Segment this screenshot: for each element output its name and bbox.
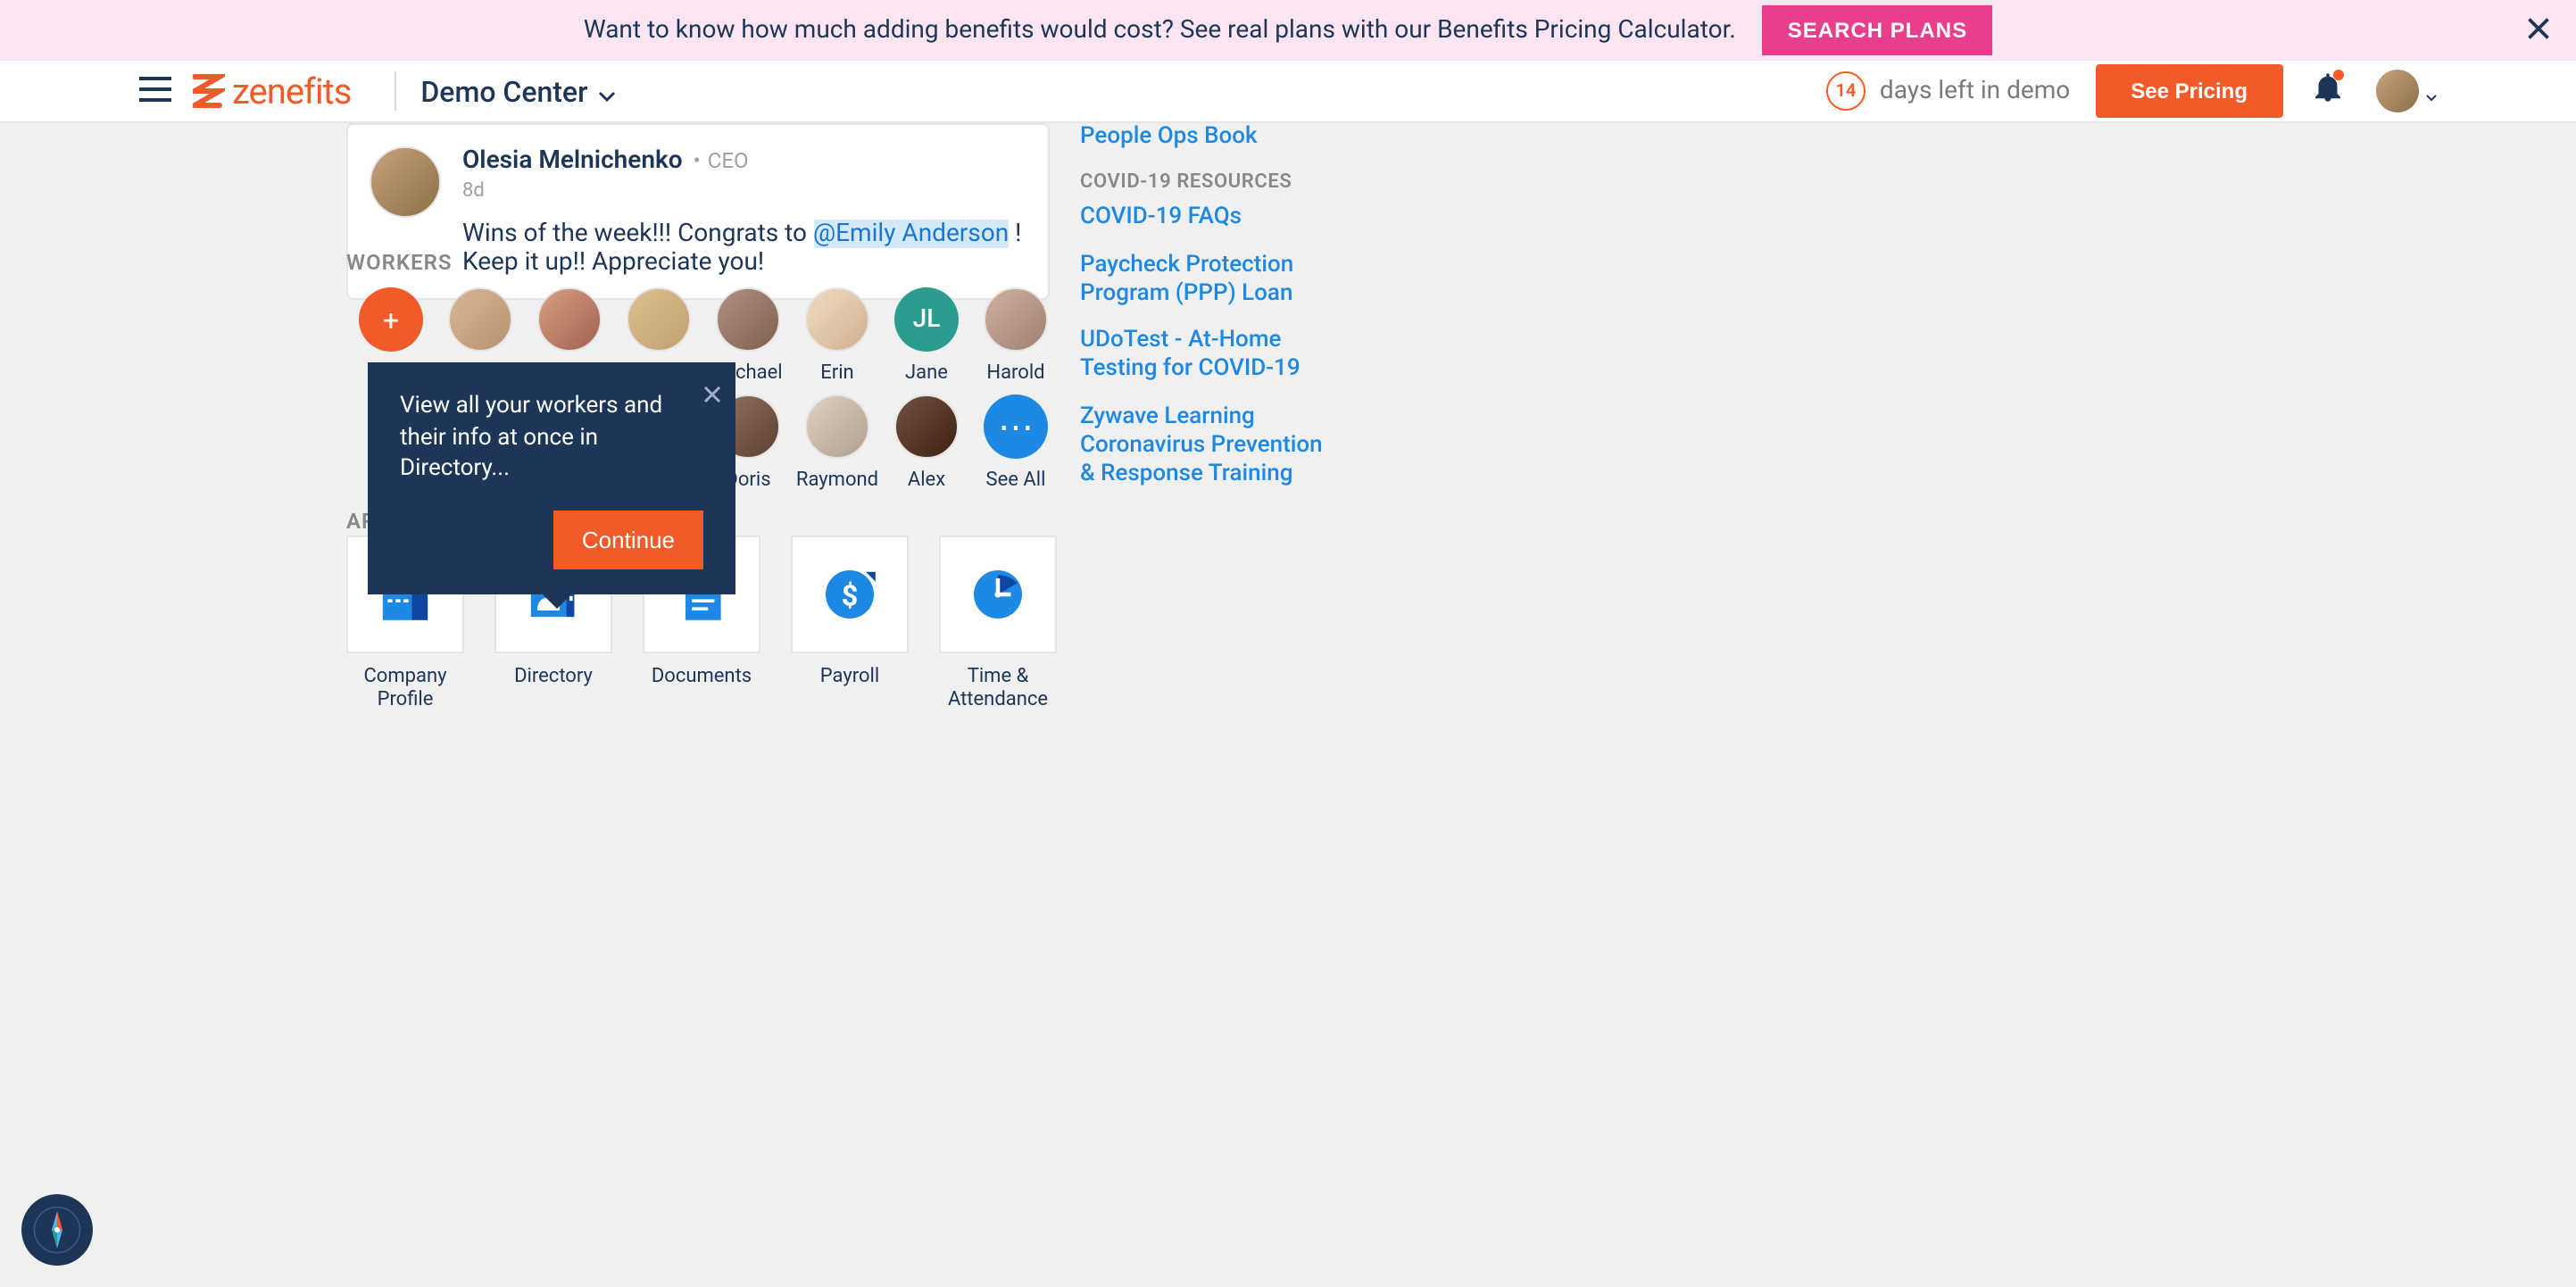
avatar <box>894 394 959 459</box>
mention[interactable]: @Emily Anderson <box>813 220 1009 248</box>
sidebar-link[interactable]: Zywave Learning Coronavirus Prevention &… <box>1080 403 1330 490</box>
post-author: Olesia Melnichenko <box>462 146 683 175</box>
sidebar-link[interactable]: People Ops Book <box>1080 123 1330 153</box>
avatar <box>537 287 602 352</box>
logo-mark-icon <box>193 73 225 109</box>
post-time: 8d <box>462 179 1026 202</box>
avatar <box>2376 70 2419 112</box>
header-bar: zenefits Demo Center 14 days left in dem… <box>0 61 2576 123</box>
post-role: CEO <box>694 148 749 173</box>
menu-icon[interactable] <box>139 74 171 108</box>
sidebar-heading: COVID-19 RESOURCES <box>1080 170 1330 194</box>
days-text: days left in demo <box>1880 77 2070 105</box>
search-plans-button[interactable]: SEARCH PLANS <box>1763 5 1992 55</box>
app-name: Documents <box>652 664 752 687</box>
avatar <box>716 287 780 352</box>
app-name: Company Profile <box>346 664 464 711</box>
plus-icon: + <box>359 287 423 352</box>
promo-banner: Want to know how much adding benefits wo… <box>0 0 2576 61</box>
worker-name: Jane <box>905 361 948 384</box>
sidebar: People Ops Book COVID-19 RESOURCES COVID… <box>1080 123 1330 508</box>
see-all-workers-button[interactable]: ⋯ See All <box>971 384 1060 491</box>
logo[interactable]: zenefits <box>193 70 351 112</box>
worker-name: Raymond <box>796 468 878 491</box>
worker-name: Harold <box>986 361 1044 384</box>
sidebar-link[interactable]: Paycheck Protection Program (PPP) Loan <box>1080 251 1330 309</box>
worker-name: Erin <box>820 361 853 384</box>
post-body: Wins of the week!!! Congrats to @Emily A… <box>462 220 1026 277</box>
app-name: Payroll <box>820 664 879 687</box>
app-name: Time & Attendance <box>939 664 1057 711</box>
user-menu[interactable] <box>2376 70 2437 112</box>
see-pricing-button[interactable]: See Pricing <box>2095 64 2283 118</box>
sidebar-link[interactable]: COVID-19 FAQs <box>1080 204 1330 234</box>
sidebar-link[interactable]: UDoTest - At-Home Testing for COVID-19 <box>1080 327 1330 385</box>
avatar <box>448 287 512 352</box>
divider <box>394 71 395 111</box>
banner-text: Want to know how much adding benefits wo… <box>584 16 1736 45</box>
worker-item[interactable]: Alex <box>882 384 971 491</box>
app-card-payroll[interactable]: $ Payroll <box>791 536 909 711</box>
nav-dropdown[interactable]: Demo Center <box>420 74 616 108</box>
help-compass-button[interactable] <box>21 1194 93 1266</box>
worker-item[interactable]: JL Jane <box>882 277 971 384</box>
post-text: Wins of the week!!! Congrats to <box>462 220 813 248</box>
section-label-workers: WORKERS <box>346 250 453 275</box>
avatar-initials: JL <box>894 287 959 352</box>
onboarding-tooltip: View all your workers and their info at … <box>368 362 735 594</box>
tooltip-text: View all your workers and their info at … <box>400 391 703 485</box>
nav-label: Demo Center <box>420 74 587 108</box>
worker-item[interactable]: Raymond <box>793 384 882 491</box>
continue-button[interactable]: Continue <box>553 510 703 569</box>
svg-text:$: $ <box>842 579 859 613</box>
avatar <box>370 146 441 218</box>
notification-bell-icon[interactable] <box>2315 73 2340 109</box>
clock-icon <box>966 562 1030 627</box>
notification-dot <box>2333 70 2344 80</box>
close-icon[interactable] <box>703 377 721 411</box>
avatar <box>805 287 869 352</box>
worker-name: Alex <box>908 468 945 491</box>
logo-text: zenefits <box>232 70 351 112</box>
chevron-down-icon <box>2426 74 2437 108</box>
avatar <box>805 394 869 459</box>
worker-item[interactable]: Harold <box>971 277 1060 384</box>
avatar <box>984 287 1048 352</box>
chevron-down-icon <box>598 74 616 108</box>
ellipsis-icon: ⋯ <box>984 394 1048 459</box>
dollar-icon: $ <box>818 562 882 627</box>
days-badge: 14 <box>1826 71 1866 111</box>
worker-name: See All <box>986 468 1046 491</box>
app-name: Directory <box>514 664 593 687</box>
compass-icon <box>30 1203 84 1257</box>
worker-item[interactable]: Erin <box>793 277 882 384</box>
app-card-time-attendance[interactable]: Time & Attendance <box>939 536 1057 711</box>
avatar <box>627 287 691 352</box>
close-icon[interactable] <box>2522 12 2555 52</box>
